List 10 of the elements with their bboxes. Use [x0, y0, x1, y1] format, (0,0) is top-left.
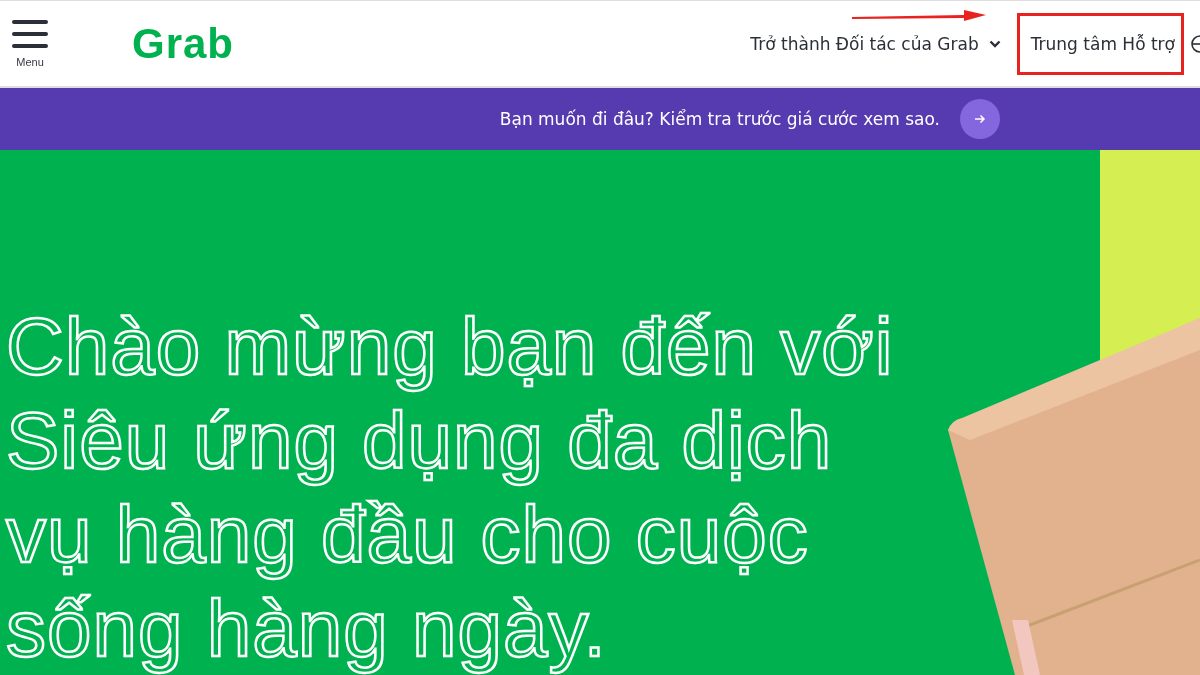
arrow-right-icon	[974, 114, 986, 124]
chevron-down-icon	[988, 39, 1001, 48]
go-button[interactable]	[960, 99, 1000, 139]
globe-icon[interactable]	[1190, 33, 1200, 54]
hero-heading: Chào mừng bạn đến với Siêu ứng dụng đa dịch vụ hàng đầu cho cuộc sống hàng ngày.	[6, 301, 895, 675]
menu-button[interactable]: Menu	[12, 19, 48, 68]
nav-dropdown[interactable]: Trở thành Đối tác của Grab	[750, 33, 1001, 54]
nav-link[interactable]: Trung tâm Hỗ trợ	[1016, 12, 1184, 75]
menu-icon	[12, 19, 48, 50]
fare-check-banner-text: Bạn muốn đi đâu? Kiểm tra trước giá cước xem sao.	[499, 109, 940, 129]
